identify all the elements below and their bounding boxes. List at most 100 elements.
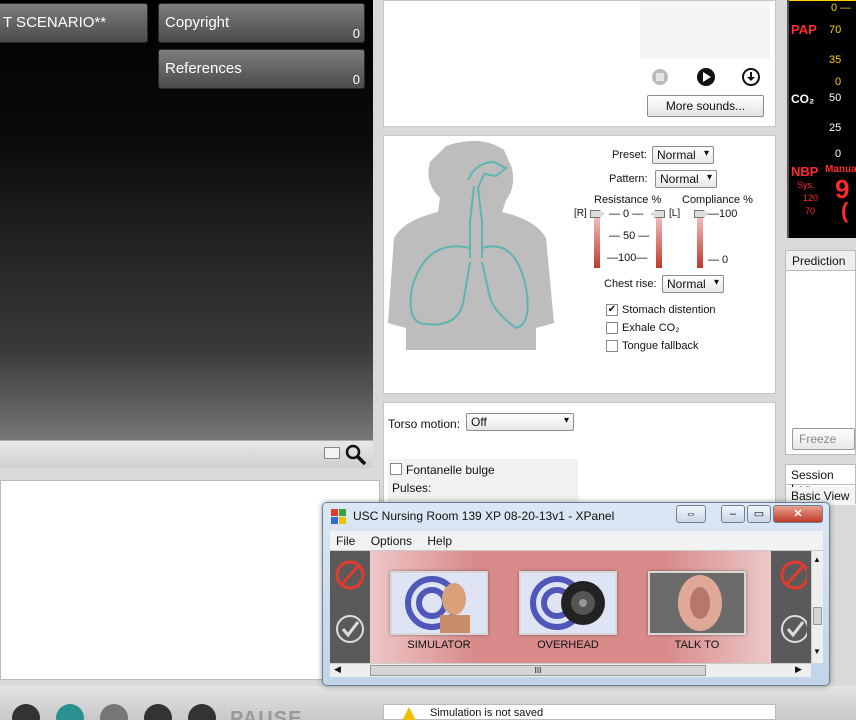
window-title: USC Nursing Room 139 XP 08-20-13v1 - XPa…: [353, 509, 615, 523]
tab-session-log[interactable]: Session Log: [786, 465, 855, 496]
references-count: 0: [352, 72, 360, 87]
check-right-icon[interactable]: [775, 609, 807, 649]
compliance-label: Compliance %: [682, 194, 753, 206]
copyright-count: 0: [352, 26, 360, 41]
left-tag: [L]: [669, 208, 681, 219]
fontanelle-bulge-checkbox[interactable]: [390, 463, 402, 475]
pattern-dropdown[interactable]: Normal: [655, 170, 717, 188]
more-sounds-button[interactable]: More sounds...: [647, 95, 764, 117]
rewind-icon[interactable]: [12, 704, 40, 720]
keyboard-icon[interactable]: [324, 447, 340, 459]
horizontal-scroll-thumb[interactable]: III: [370, 665, 706, 676]
scenario-panel: T SCENARIO** Copyright 0 References 0: [0, 0, 373, 468]
co2-scale-50: 50: [829, 92, 842, 104]
nbp-alarm-high: 120: [803, 193, 819, 203]
stop-sim-icon[interactable]: [188, 704, 216, 720]
warning-icon: [402, 707, 416, 720]
run-icon[interactable]: [56, 704, 84, 720]
preset-dropdown[interactable]: Normal: [652, 146, 714, 164]
monitor-top-line: [789, 0, 856, 1]
minimize-icon[interactable]: –: [721, 505, 745, 523]
scroll-up-icon[interactable]: ▲: [813, 555, 821, 564]
download-icon[interactable]: [741, 67, 761, 87]
no-sound-icon[interactable]: [334, 555, 366, 595]
speaker-icon: [521, 573, 615, 633]
no-sound-right-icon[interactable]: [775, 555, 807, 595]
co2-scale-25: 25: [829, 122, 842, 134]
forward-icon[interactable]: [100, 704, 128, 720]
left-strip: [330, 551, 370, 663]
sound-list[interactable]: [640, 1, 770, 59]
bottom-control-bar: PAUSE Simulation is not saved: [0, 686, 856, 720]
right-tag: [R]: [574, 208, 587, 219]
vertical-scrollbar[interactable]: ▲ ▼: [811, 551, 823, 663]
scenario-button[interactable]: T SCENARIO**: [0, 3, 148, 43]
scenario-footer: [0, 440, 373, 468]
stomach-distention-checkbox[interactable]: ✔: [606, 304, 618, 316]
tongue-fallback-label: Tongue fallback: [622, 340, 699, 352]
exhale-co2-label: Exhale CO₂: [622, 322, 680, 334]
compliance-tick-100: —100: [708, 208, 738, 220]
simulator-tile[interactable]: [390, 571, 488, 635]
play-icon[interactable]: [696, 67, 716, 87]
compliance-handle[interactable]: [694, 210, 708, 218]
prediction-panel: Prediction Freeze: [785, 250, 856, 455]
compliance-slider[interactable]: [697, 214, 703, 268]
maximize-icon[interactable]: ▭: [747, 505, 771, 523]
horizontal-scrollbar[interactable]: ◀ III ▶: [330, 663, 811, 677]
talk-to-tile[interactable]: [648, 571, 746, 635]
resistance-left-slider[interactable]: [656, 214, 662, 268]
resistance-tick-50: — 50 —: [609, 230, 650, 242]
scroll-right-icon[interactable]: ▶: [795, 664, 802, 675]
pause-label[interactable]: PAUSE: [230, 708, 302, 720]
vertical-scroll-thumb[interactable]: [813, 607, 822, 625]
menu-file[interactable]: File: [330, 531, 361, 551]
freeze-button[interactable]: Freeze: [792, 428, 855, 450]
scroll-down-icon[interactable]: ▼: [813, 647, 821, 656]
xpanel-window[interactable]: USC Nursing Room 139 XP 08-20-13v1 - XPa…: [322, 502, 830, 686]
scroll-left-icon[interactable]: ◀: [334, 664, 341, 675]
nbp-mean-paren: (: [841, 198, 849, 223]
tongue-fallback-checkbox[interactable]: [606, 340, 618, 352]
close-icon[interactable]: ✕: [773, 505, 823, 523]
ear-icon: [650, 573, 744, 633]
stomach-distention-label: Stomach distention: [622, 304, 716, 316]
overhead-label: OVERHEAD: [537, 639, 599, 651]
chest-rise-dropdown[interactable]: Normal: [662, 275, 724, 293]
copyright-label: Copyright: [165, 14, 230, 31]
resistance-right-slider[interactable]: [594, 214, 600, 268]
scenario-button-label: T SCENARIO**: [3, 14, 107, 31]
chest-rise-label: Chest rise:: [604, 278, 657, 290]
exhale-co2-checkbox[interactable]: [606, 322, 618, 334]
talk-to-label: TALK TO: [674, 639, 720, 651]
nbp-alarm-low: 70: [805, 206, 816, 216]
references-label: References: [165, 60, 242, 77]
pap-scale-0: 0: [835, 76, 842, 88]
resistance-tick-100: —100—: [607, 252, 648, 264]
menu-help[interactable]: Help: [421, 531, 458, 551]
menu-options[interactable]: Options: [365, 531, 418, 551]
references-button[interactable]: References 0: [158, 49, 365, 89]
resistance-left-handle[interactable]: [651, 210, 665, 218]
overhead-tile[interactable]: [519, 571, 617, 635]
tab-prediction[interactable]: Prediction: [786, 251, 855, 271]
stop-icon[interactable]: [652, 69, 668, 85]
pap-label: PAP: [791, 22, 817, 37]
right-strip: [771, 551, 811, 663]
check-icon[interactable]: [334, 609, 366, 649]
app-logo-icon: [331, 509, 347, 525]
record-icon[interactable]: [144, 704, 172, 720]
co2-scale-0: 0: [835, 148, 842, 160]
xpanel-menubar: File Options Help: [330, 531, 823, 551]
copyright-button[interactable]: Copyright 0: [158, 3, 365, 43]
torso-motion-dropdown[interactable]: Off: [466, 413, 574, 431]
resistance-tick-0: — 0 —: [609, 208, 644, 220]
pap-scale-top-tick: 0 —: [831, 2, 852, 14]
resize-arrows-icon[interactable]: ⇔: [676, 505, 706, 523]
status-bar: Simulation is not saved: [383, 704, 776, 720]
vitals-monitor: PAP 0 — 70 35 0 CO₂ 50 25 0 NBP Manua Sy…: [787, 0, 856, 238]
search-icon[interactable]: [344, 443, 368, 467]
resistance-right-handle[interactable]: [590, 210, 604, 218]
torso-airway-illustration: [388, 140, 554, 350]
pap-scale-70: 70: [829, 24, 842, 36]
